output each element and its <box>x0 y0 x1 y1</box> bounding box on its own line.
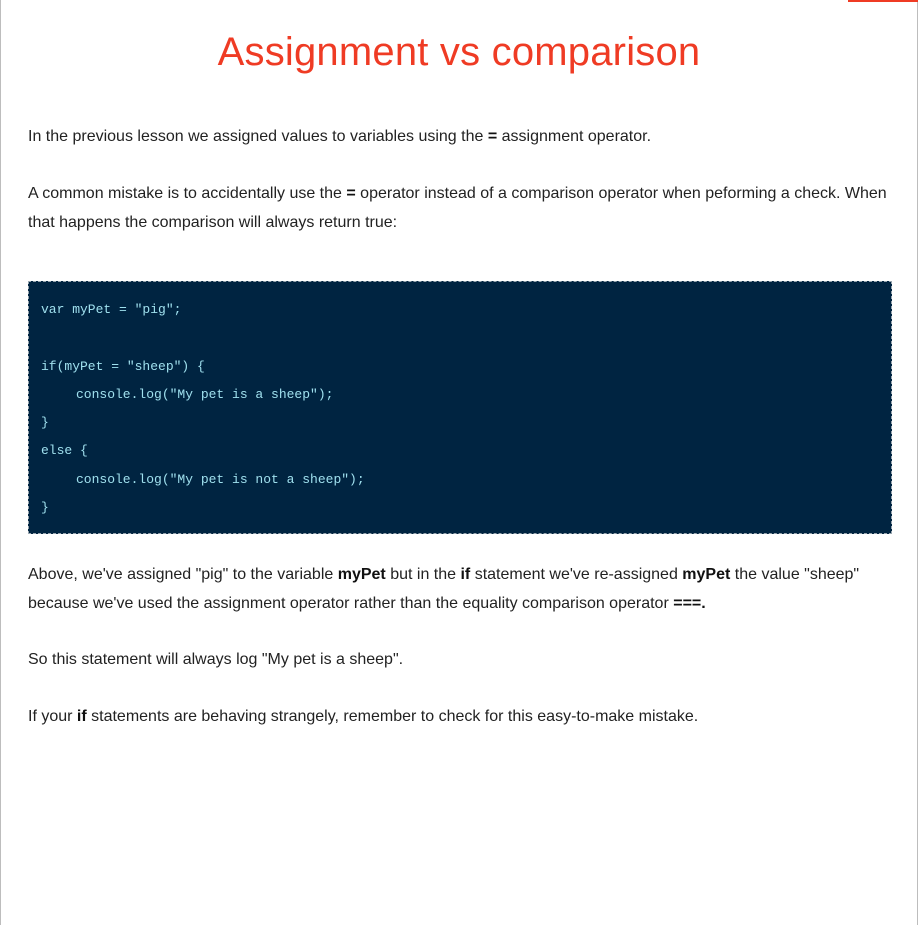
explanation-bold: myPet <box>337 566 386 583</box>
code-line: console.log("My pet is a sheep"); <box>76 386 334 402</box>
explanation-text: statement we've re-assigned <box>470 566 683 583</box>
intro-text-before: In the previous lesson we assigned value… <box>28 128 488 145</box>
intro-paragraph: In the previous lesson we assigned value… <box>28 122 892 151</box>
mistake-text-before: A common mistake is to accidentally use … <box>28 185 347 202</box>
advice-bold: if <box>76 708 87 725</box>
advice-text-before: If your <box>28 708 77 725</box>
explanation-bold: ===. <box>673 595 706 612</box>
code-line: if(myPet = "sheep") { <box>41 358 205 374</box>
code-line: } <box>41 415 49 431</box>
code-line: console.log("My pet is not a sheep"); <box>76 471 365 487</box>
mistake-paragraph: A common mistake is to accidentally use … <box>28 179 892 237</box>
explanation-bold: myPet <box>682 566 731 583</box>
explanation-paragraph: Above, we've assigned "pig" to the varia… <box>28 560 892 618</box>
advice-paragraph: If your if statements are behaving stran… <box>28 702 892 731</box>
explanation-text: but in the <box>385 566 461 583</box>
intro-operator: = <box>487 128 498 145</box>
explanation-bold: if <box>460 566 471 583</box>
code-block: var myPet = "pig"; if(myPet = "sheep") {… <box>28 281 892 534</box>
advice-text-after: statements are behaving strangely, remem… <box>86 708 699 725</box>
explanation-text: Above, we've assigned "pig" to the varia… <box>28 566 338 583</box>
mistake-operator: = <box>346 185 356 202</box>
code-line: else { <box>41 443 88 459</box>
accent-bar <box>848 0 918 2</box>
result-paragraph: So this statement will always log "My pe… <box>28 651 404 668</box>
code-line: var myPet = "pig"; <box>41 302 182 317</box>
page-title: Assignment vs comparison <box>217 30 701 74</box>
code-line: } <box>41 500 49 516</box>
intro-text-after: assignment operator. <box>497 128 652 145</box>
